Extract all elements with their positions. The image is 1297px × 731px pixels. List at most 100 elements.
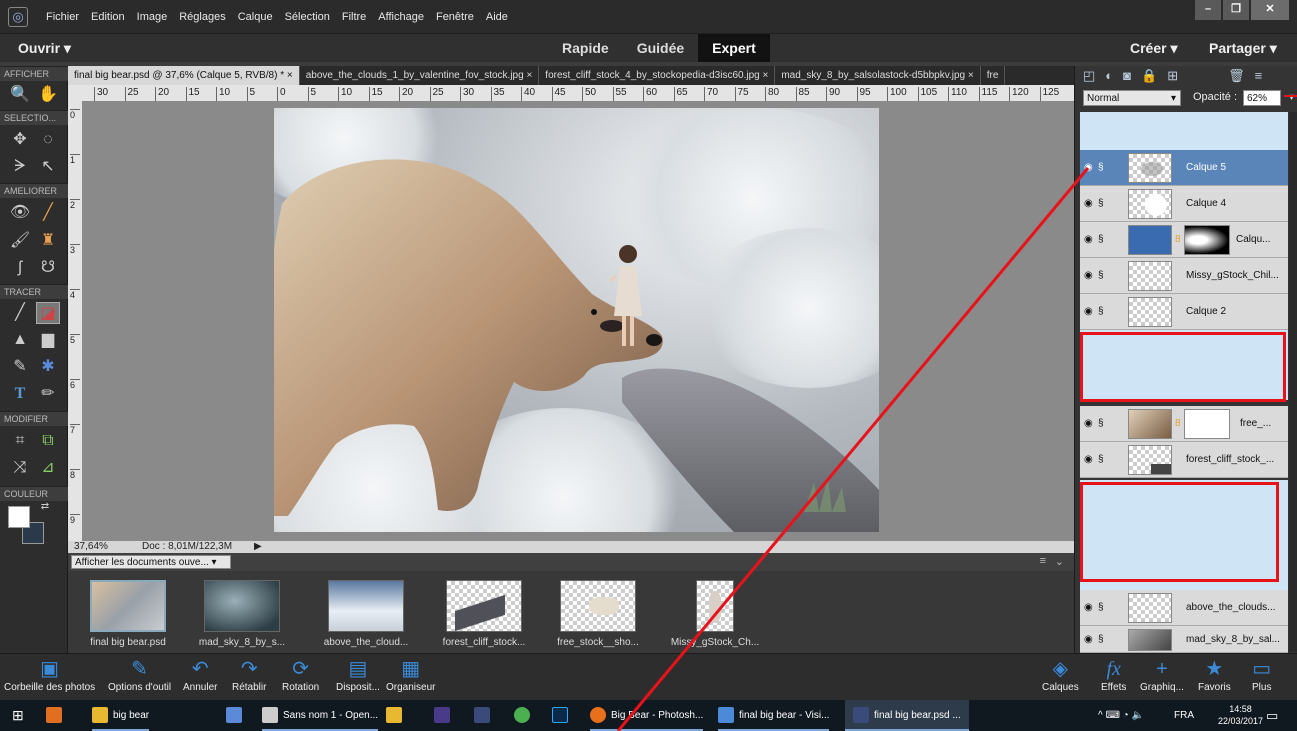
- menu-affichage[interactable]: Affichage: [378, 11, 424, 23]
- document-canvas-image[interactable]: [274, 108, 879, 532]
- more-button[interactable]: ▭ Plus: [1252, 656, 1271, 693]
- bin-thumb-missy[interactable]: [696, 580, 734, 632]
- move-tool-icon[interactable]: ✥: [8, 129, 32, 151]
- layer-mask-thumbnail[interactable]: [1184, 225, 1230, 255]
- zoom-readout[interactable]: 37,64%: [74, 541, 108, 552]
- bin-thumb-final-big-bear[interactable]: [90, 580, 166, 632]
- tool-options-button[interactable]: ✎ Options d'outil: [108, 656, 171, 693]
- layer-row-above-clouds[interactable]: ◉ § above_the_clouds...: [1080, 590, 1288, 626]
- link-icon[interactable]: §: [1098, 454, 1104, 465]
- tab-mad-sky[interactable]: mad_sky_8_by_salsolastock-d5bbpkv.jpg ×: [775, 66, 981, 85]
- lock-transparency-icon[interactable]: ⊞: [1167, 68, 1178, 84]
- undo-button[interactable]: ↶ Annuler: [183, 656, 217, 693]
- notifications-icon[interactable]: ▭: [1266, 700, 1278, 731]
- menu-fichier[interactable]: Fichier: [46, 11, 79, 23]
- eraser-tool-icon[interactable]: ◪: [36, 302, 60, 324]
- menu-image[interactable]: Image: [137, 11, 168, 23]
- straighten-tool-icon[interactable]: ⊿: [36, 457, 60, 479]
- layer-row-forest-cliff[interactable]: ◉ § forest_cliff_stock_...: [1080, 442, 1288, 478]
- eye-icon[interactable]: ◉: [1084, 418, 1093, 429]
- marquee-tool-icon[interactable]: ◌: [36, 129, 60, 151]
- layer-row-free-stock[interactable]: ◉ § 8 free_...: [1080, 406, 1288, 442]
- eye-icon[interactable]: ◉: [1084, 270, 1093, 281]
- layers-scrollbar[interactable]: [1289, 112, 1297, 652]
- mode-expert[interactable]: Expert: [698, 34, 770, 62]
- layer-mask-thumbnail[interactable]: [1184, 409, 1230, 439]
- bin-thumb-mad-sky[interactable]: [204, 580, 280, 632]
- taskbar-media-icon[interactable]: [46, 700, 67, 731]
- taskbar-clock[interactable]: 14:58 22/03/2017: [1218, 703, 1263, 727]
- custom-shape-icon[interactable]: ✱: [36, 356, 60, 378]
- mode-guidee[interactable]: Guidée: [623, 34, 698, 62]
- tab-final-big-bear[interactable]: final big bear.psd @ 37,6% (Calque 5, RV…: [68, 66, 300, 85]
- menu-aide[interactable]: Aide: [486, 11, 508, 23]
- redo-button[interactable]: ↷ Rétablir: [232, 656, 266, 693]
- rotate-button[interactable]: ⟳ Rotation: [282, 656, 319, 693]
- content-aware-move-icon[interactable]: ⤨: [8, 457, 32, 479]
- smart-brush-icon[interactable]: 🖌: [8, 230, 32, 252]
- eye-icon[interactable]: ◉: [1084, 602, 1093, 613]
- photo-bin-button[interactable]: ▣ Corbeille des photos: [4, 656, 95, 693]
- chain-icon[interactable]: 8: [1175, 418, 1181, 429]
- clone-stamp-icon[interactable]: ♜: [36, 230, 60, 252]
- crop-tool-icon[interactable]: ⌗: [8, 430, 32, 452]
- link-icon[interactable]: §: [1098, 634, 1104, 645]
- foreground-color-swatch[interactable]: [8, 506, 30, 528]
- create-button[interactable]: Créer ▾: [1130, 40, 1178, 57]
- close-icon[interactable]: ×: [968, 70, 974, 81]
- layer-row-calque-5[interactable]: ◉ § Calque 5: [1080, 150, 1288, 186]
- windows-start-icon[interactable]: ⊞: [12, 700, 24, 731]
- blend-mode-select[interactable]: Normal ▾: [1083, 90, 1181, 106]
- eye-icon[interactable]: ◉: [1084, 306, 1093, 317]
- mode-rapide[interactable]: Rapide: [548, 34, 623, 62]
- sponge-tool-icon[interactable]: ☋: [36, 257, 60, 279]
- menu-reglages[interactable]: Réglages: [179, 11, 225, 23]
- layer-row-mad-sky[interactable]: ◉ § mad_sky_8_by_sal...: [1080, 626, 1288, 653]
- layer-row-adjustment[interactable]: ◉ § 8 Calqu...: [1080, 222, 1288, 258]
- recompose-tool-icon[interactable]: ⧉: [36, 430, 60, 452]
- bin-thumb-free-stock[interactable]: [560, 580, 636, 632]
- open-button[interactable]: Ouvrir ▾: [18, 40, 71, 57]
- taskbar-photoshop-icon[interactable]: [552, 700, 573, 731]
- favorites-button[interactable]: ★ Favoris: [1198, 656, 1231, 693]
- link-icon[interactable]: §: [1098, 270, 1104, 281]
- taskbar-chrome-icon[interactable]: [514, 700, 535, 731]
- taskbar-big-bear-folder[interactable]: big bear: [92, 700, 150, 731]
- link-icon[interactable]: §: [1098, 234, 1104, 245]
- lock-icon[interactable]: 🔒: [1141, 68, 1157, 84]
- swap-colors-icon[interactable]: ⇄: [38, 500, 52, 514]
- effects-button[interactable]: fx Effets: [1101, 656, 1126, 693]
- link-icon[interactable]: §: [1098, 198, 1104, 209]
- taskbar-app-icon[interactable]: [226, 700, 247, 731]
- menu-selection[interactable]: Sélection: [285, 11, 330, 23]
- tray-icons[interactable]: ^ ⌨ ◔ 🔈: [1098, 700, 1144, 731]
- elements-logo-icon[interactable]: ◎: [8, 7, 28, 27]
- menu-filtre[interactable]: Filtre: [342, 11, 366, 23]
- link-icon[interactable]: §: [1098, 162, 1104, 173]
- pencil-tool-icon[interactable]: ✏: [36, 383, 60, 405]
- spot-healing-icon[interactable]: ╱: [36, 202, 60, 224]
- chevron-down-icon[interactable]: ⌄: [1055, 555, 1064, 568]
- chevron-down-icon[interactable]: ▾: [1289, 90, 1294, 106]
- eye-icon[interactable]: ◉: [1084, 198, 1093, 209]
- panel-menu-icon[interactable]: ≡: [1255, 68, 1263, 84]
- menu-calque[interactable]: Calque: [238, 11, 273, 23]
- text-tool-icon[interactable]: T: [8, 383, 32, 405]
- taskbar-final-big-bear-viewer[interactable]: final big bear - Visi...: [718, 700, 830, 731]
- close-icon[interactable]: ×: [287, 70, 293, 81]
- zoom-tool-icon[interactable]: 🔍: [8, 84, 32, 106]
- tab-forest-cliff[interactable]: forest_cliff_stock_4_by_stockopedia-d3is…: [539, 66, 776, 85]
- link-icon[interactable]: §: [1098, 306, 1104, 317]
- layer-row-calque-2[interactable]: ◉ § Calque 2: [1080, 294, 1288, 330]
- paint-bucket-icon[interactable]: ▲: [8, 329, 32, 351]
- lasso-tool-icon[interactable]: ᗒ: [8, 156, 32, 178]
- taskbar-elements-icon[interactable]: [434, 700, 455, 731]
- add-mask-icon[interactable]: ◙: [1123, 68, 1131, 84]
- bin-menu-icon[interactable]: ≡: [1040, 555, 1046, 567]
- hand-tool-icon[interactable]: ✋: [36, 84, 60, 106]
- layer-row-calque-4[interactable]: ◉ § Calque 4: [1080, 186, 1288, 222]
- taskbar-sans-nom[interactable]: Sans nom 1 - Open...: [262, 700, 379, 731]
- blur-tool-icon[interactable]: ʃ: [8, 257, 32, 279]
- taskbar-final-big-bear-psd[interactable]: final big bear.psd ...: [845, 700, 969, 731]
- close-button[interactable]: ✕: [1251, 0, 1289, 20]
